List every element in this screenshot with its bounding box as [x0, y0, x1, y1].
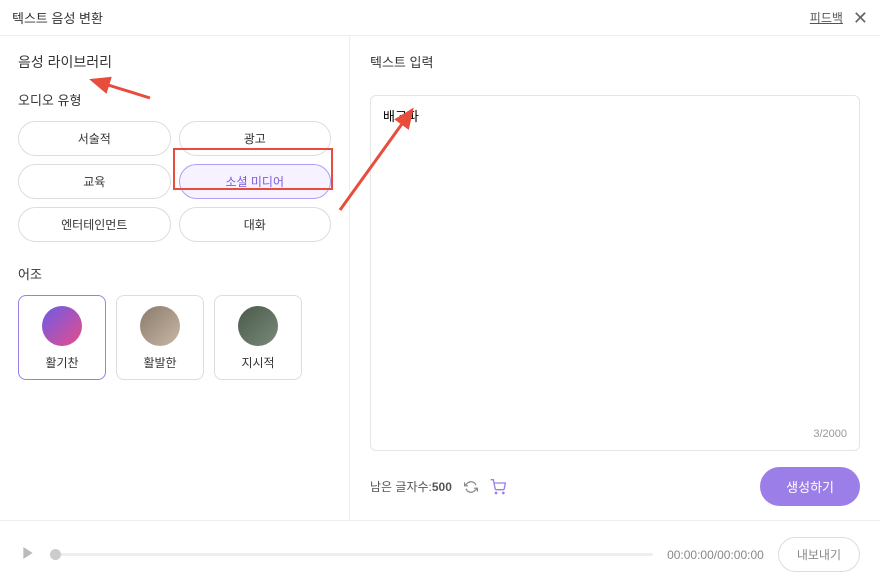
refresh-icon[interactable] [464, 480, 478, 494]
generate-button[interactable]: 생성하기 [760, 467, 860, 506]
text-input[interactable] [383, 106, 847, 428]
library-title: 음성 라이브러리 [18, 52, 331, 72]
audio-type-education[interactable]: 교육 [18, 164, 171, 199]
tone-directive[interactable]: 지시적 [214, 295, 302, 380]
audio-type-narrative[interactable]: 서술적 [18, 121, 171, 156]
progress-slider[interactable] [50, 553, 653, 556]
progress-knob[interactable] [50, 549, 61, 560]
tone-lively[interactable]: 활발한 [116, 295, 204, 380]
tone-label: 어조 [18, 264, 331, 283]
tone-label-directive: 지시적 [241, 354, 274, 371]
audio-type-label: 오디오 유형 [18, 90, 331, 109]
play-icon[interactable] [20, 545, 36, 564]
tone-label-energetic: 활기찬 [45, 354, 78, 371]
close-icon[interactable]: ✕ [853, 9, 868, 27]
remaining-chars-label: 남은 글자수:500 [370, 478, 452, 495]
avatar-icon [238, 306, 278, 346]
text-input-label: 텍스트 입력 [370, 52, 860, 71]
audio-type-conversation[interactable]: 대화 [179, 207, 332, 242]
tone-energetic[interactable]: 활기찬 [18, 295, 106, 380]
avatar-icon [42, 306, 82, 346]
tone-label-lively: 활발한 [143, 354, 176, 371]
audio-type-social[interactable]: 소셜 미디어 [179, 164, 332, 199]
audio-type-ad[interactable]: 광고 [179, 121, 332, 156]
audio-type-entertainment[interactable]: 엔터테인먼트 [18, 207, 171, 242]
avatar-icon [140, 306, 180, 346]
feedback-link[interactable]: 피드백 [810, 9, 843, 26]
export-button[interactable]: 내보내기 [778, 537, 860, 572]
char-count: 3/2000 [813, 428, 847, 440]
dialog-title: 텍스트 음성 변환 [12, 8, 103, 27]
cart-icon[interactable] [490, 479, 506, 495]
time-display: 00:00:00/00:00:00 [667, 548, 764, 562]
